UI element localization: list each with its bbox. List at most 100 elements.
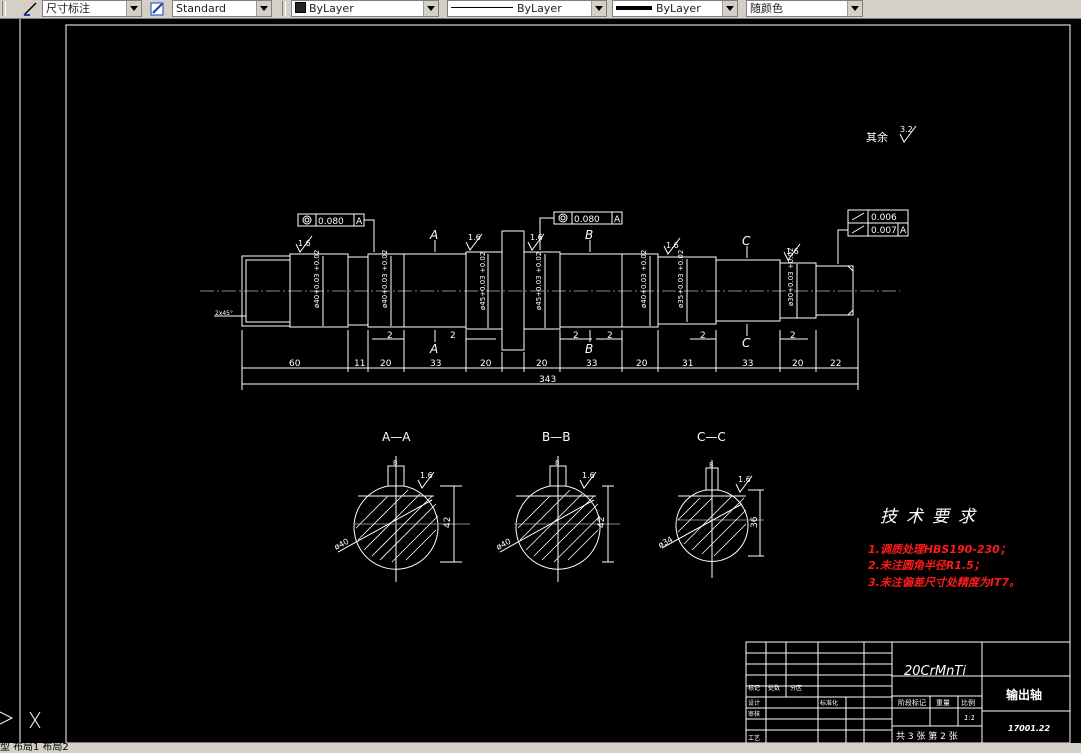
scale-label: 比例 — [961, 698, 975, 707]
color-swatch-icon — [295, 2, 306, 13]
color-value: ByLayer — [309, 2, 354, 15]
section-height-label: 42 — [597, 517, 607, 528]
length-label: 20 — [636, 359, 648, 369]
dimension-style-value: 尺寸标注 — [46, 2, 90, 15]
section-letter: B — [585, 342, 593, 356]
toolbar-separator — [282, 1, 286, 16]
tab-layout2[interactable]: 布局2 — [42, 742, 68, 753]
small-dim-label: 2 — [573, 331, 579, 341]
chamfer-label: 2x45° — [215, 310, 233, 317]
text-style-select[interactable]: Standard — [172, 0, 272, 17]
roughness-label: 1.6 — [738, 475, 751, 484]
title-block-label: 设计 — [748, 699, 760, 707]
total-length-label: 343 — [539, 375, 556, 385]
diameter-label: ø30+0.03 +0.02 — [787, 248, 795, 306]
key-width-label: 8 — [393, 459, 397, 467]
section-letter: A — [429, 228, 438, 242]
requirements-title: 技术要求 — [880, 507, 984, 527]
roughness-label: 1.6 — [582, 471, 595, 480]
length-label: 60 — [289, 359, 301, 369]
title-block-label: 工艺 — [748, 734, 760, 742]
length-label: 31 — [682, 359, 693, 369]
section-title: B—B — [542, 430, 570, 444]
linetype-sample-icon — [451, 7, 513, 8]
lineweight-sample-icon — [616, 6, 652, 10]
plot-style-value: 随颜色 — [750, 2, 783, 15]
tolerance-1-datum: A — [356, 217, 363, 227]
length-label: 11 — [354, 359, 365, 369]
diameter-label: ø45+0.03 +0.02 — [479, 252, 487, 310]
lineweight-select[interactable]: ByLayer — [612, 0, 738, 17]
roughness-symbols — [295, 125, 917, 261]
title-block-label: 分区 — [790, 684, 802, 692]
small-dim-label: 2 — [607, 331, 613, 341]
diameter-label: ø45+0.03 +0.02 — [535, 252, 543, 310]
section-height-label: 36 — [750, 516, 760, 528]
tolerance-3b-value: 0.007 — [871, 226, 897, 236]
drawing-number: 17001.22 — [1008, 724, 1050, 733]
roughness-label: 1.6 — [420, 471, 433, 480]
length-label: 22 — [830, 359, 841, 369]
roughness-label: 1.6 — [468, 233, 481, 242]
requirement-item: 2.未注圆角半径R1.5； — [868, 559, 985, 572]
text-style-value: Standard — [176, 2, 227, 15]
small-dim-label: 2 — [700, 331, 706, 341]
tolerance-frames — [297, 209, 909, 264]
section-letter: A — [429, 342, 438, 356]
tolerance-2-datum: A — [614, 215, 621, 225]
sheet-count: 共 3 张 第 2 张 — [896, 730, 958, 742]
length-label: 33 — [586, 359, 597, 369]
small-dim-label: 2 — [790, 331, 796, 341]
title-block-label: 处数 — [768, 684, 780, 692]
length-label: 20 — [792, 359, 804, 369]
layout-tabs: 型布局1 布局2 — [0, 743, 1081, 753]
tolerance-2-value: 0.080 — [574, 215, 600, 225]
roughness-rest-value: 3.2 — [900, 125, 913, 134]
color-select[interactable]: ByLayer — [291, 0, 439, 17]
tab-model[interactable]: 型 — [0, 742, 10, 753]
diameter-label: ø40+0.03 +0.02 — [381, 250, 389, 308]
tab-layout1[interactable]: 布局1 — [13, 742, 39, 753]
diameter-label: ø40+0.03 +0.02 — [313, 250, 321, 308]
length-label: 33 — [430, 359, 441, 369]
scale-value: 1:1 — [964, 714, 975, 722]
text-style-icon[interactable] — [150, 1, 166, 17]
material-label: 20CrMnTi — [904, 664, 966, 679]
key-width-label: 8 — [709, 461, 713, 469]
requirement-item: 1.调质处理HBS190-230； — [868, 543, 1011, 556]
section-title: C—C — [697, 430, 726, 444]
plot-style-select[interactable]: 随颜色 — [746, 0, 863, 17]
toolbar-grip — [2, 1, 6, 16]
roughness-rest-label: 其余 — [866, 130, 888, 144]
lineweight-value: ByLayer — [656, 2, 701, 15]
section-letter: B — [585, 228, 593, 242]
dimension-style-select[interactable]: 尺寸标注 — [42, 0, 142, 17]
roughness-label: 1.6 — [530, 233, 543, 242]
length-label: 33 — [742, 359, 753, 369]
tolerance-3a-value: 0.006 — [871, 213, 897, 223]
title-block-label: 审核 — [748, 710, 760, 718]
stage-label: 阶段标记 — [898, 698, 926, 707]
part-name: 输出轴 — [1006, 687, 1042, 702]
section-letter: C — [742, 234, 751, 248]
length-label: 20 — [536, 359, 548, 369]
key-width-label: 8 — [555, 459, 559, 467]
weight-label: 重量 — [936, 699, 950, 707]
requirement-item: 3.未注偏差尺寸处精度为IT7。 — [868, 576, 1020, 589]
roughness-label: 1.6 — [666, 241, 679, 250]
tolerance-1-value: 0.080 — [318, 217, 344, 227]
small-dim-label: 2 — [387, 331, 393, 341]
length-label: 20 — [380, 359, 392, 369]
linetype-select[interactable]: ByLayer — [447, 0, 607, 17]
diameter-label: ø40+0.03 +0.02 — [640, 250, 648, 308]
drawing-canvas[interactable]: 其余 3.2 0.080 A 0.080 A 0.006 0.007 A 1.6… — [0, 19, 1081, 743]
small-dim-label: 2 — [450, 331, 456, 341]
length-label: 20 — [480, 359, 492, 369]
tolerance-3-datum: A — [900, 226, 907, 236]
dimension-style-icon[interactable] — [22, 1, 38, 17]
section-height-label: 42 — [443, 517, 453, 528]
title-block-label: 标记 — [748, 684, 760, 692]
linetype-value: ByLayer — [517, 2, 562, 15]
roughness-label: 1.6 — [298, 239, 311, 248]
section-letter: C — [742, 336, 751, 350]
